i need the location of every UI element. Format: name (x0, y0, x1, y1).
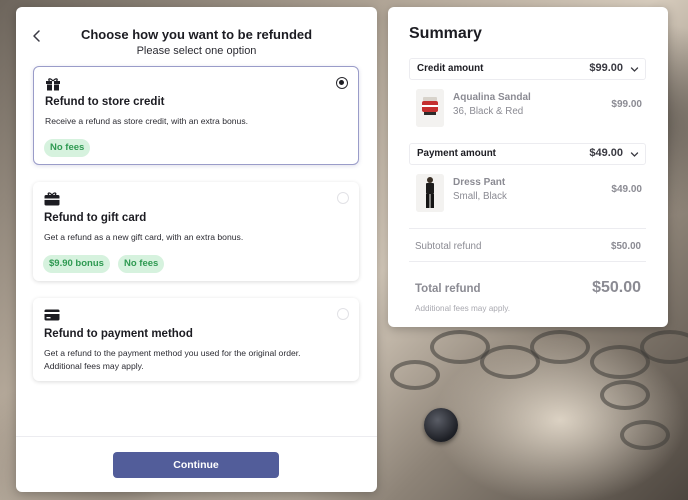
credit-amount-toggle[interactable]: Credit amount $99.00 (409, 58, 646, 80)
option-description-line: Additional fees may apply. (44, 361, 144, 371)
payment-amount-value: $49.00 (589, 147, 623, 159)
radio-gift-card[interactable] (337, 192, 349, 204)
option-description-line: Get a refund to the payment method you u… (44, 348, 301, 358)
radio-payment-method[interactable] (337, 308, 349, 320)
payment-item-row: Dress Pant Small, Black $49.00 (416, 174, 642, 212)
divider (409, 228, 646, 229)
credit-card-icon (44, 309, 60, 321)
chevron-down-icon (630, 152, 639, 157)
radio-store-credit[interactable] (336, 77, 348, 89)
footer-divider (16, 436, 377, 437)
item-name: Aqualina Sandal (453, 92, 531, 103)
badge-no-fees: No fees (118, 255, 165, 273)
badge-bonus: $9.90 bonus (43, 255, 110, 273)
option-gift-card[interactable]: Refund to gift card Get a refund as a ne… (33, 182, 359, 281)
chevron-down-icon (630, 67, 639, 72)
total-label: Total refund (415, 283, 481, 295)
option-title: Refund to payment method (44, 328, 193, 340)
summary-panel: Summary Credit amount $99.00 Aqualina Sa… (388, 7, 668, 327)
item-variant: 36, Black & Red (453, 106, 524, 117)
option-description: Get a refund as a new gift card, with an… (44, 232, 244, 242)
sandal-thumbnail (416, 89, 444, 127)
option-title: Refund to gift card (44, 212, 147, 224)
item-variant: Small, Black (453, 191, 507, 202)
item-price: $49.00 (611, 184, 642, 195)
summary-title: Summary (409, 25, 482, 42)
total-amount: $50.00 (592, 279, 641, 296)
credit-amount-value: $99.00 (589, 62, 623, 74)
option-payment-method[interactable]: Refund to payment method Get a refund to… (33, 298, 359, 381)
payment-amount-label: Payment amount (417, 148, 496, 159)
item-name: Dress Pant (453, 177, 506, 188)
credit-item-row: Aqualina Sandal 36, Black & Red $99.00 (416, 89, 642, 127)
refund-options-panel: Choose how you want to be refunded Pleas… (16, 7, 377, 492)
page-title: Choose how you want to be refunded (80, 27, 313, 42)
fees-note: Additional fees may apply. (415, 304, 510, 313)
item-price: $99.00 (611, 99, 642, 110)
option-title: Refund to store credit (45, 96, 165, 108)
payment-amount-toggle[interactable]: Payment amount $49.00 (409, 143, 646, 165)
gift-card-icon (44, 192, 60, 206)
option-store-credit[interactable]: Refund to store credit Receive a refund … (33, 66, 359, 165)
subtotal-amount: $50.00 (611, 241, 641, 252)
page-subtitle: Please select one option (136, 45, 257, 57)
option-description: Receive a refund as store credit, with a… (45, 116, 249, 126)
gift-icon (46, 78, 60, 91)
divider (409, 261, 646, 262)
subtotal-label: Subtotal refund (415, 241, 482, 252)
continue-button[interactable]: Continue (113, 452, 279, 478)
badge-no-fees: No fees (44, 139, 91, 157)
credit-amount-label: Credit amount (417, 63, 484, 74)
dress-pant-thumbnail (416, 174, 444, 212)
